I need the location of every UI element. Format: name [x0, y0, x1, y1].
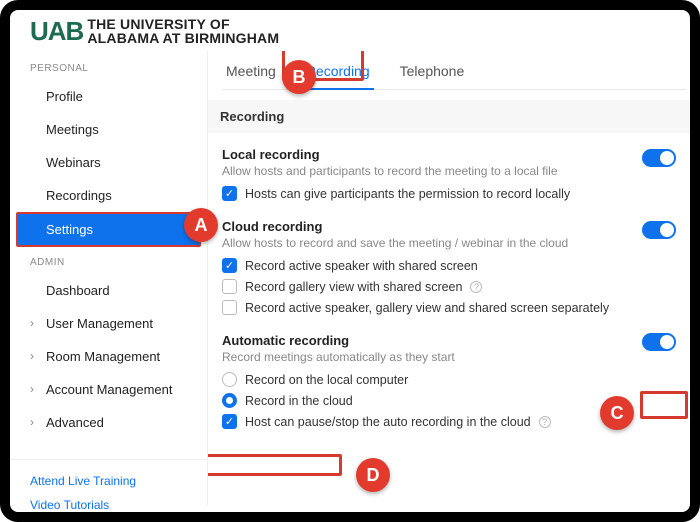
- opt-label: Record on the local computer: [245, 373, 408, 387]
- opt-label: Record in the cloud: [245, 394, 353, 408]
- setting-automatic-recording: Automatic recording Record meetings auto…: [222, 333, 686, 429]
- sidebar-item-account-management[interactable]: Account Management: [10, 373, 207, 406]
- sidebar-item-settings[interactable]: Settings: [16, 212, 201, 247]
- sidebar-item-recordings[interactable]: Recordings: [10, 179, 207, 212]
- sidebar-item-room-management[interactable]: Room Management: [10, 340, 207, 373]
- setting-cloud-recording: Cloud recording Allow hosts to record an…: [222, 219, 686, 315]
- opt-label: Record gallery view with shared screen: [245, 280, 462, 294]
- highlight-record-in-cloud: [208, 454, 342, 476]
- info-icon[interactable]: ?: [539, 416, 551, 428]
- link-attend-live-training[interactable]: Attend Live Training: [30, 474, 187, 488]
- opt-hosts-give-permission[interactable]: ✓ Hosts can give participants the permis…: [222, 186, 630, 201]
- radio-icon: [222, 393, 237, 408]
- opt-record-gallery-view[interactable]: Record gallery view with shared screen ?: [222, 279, 630, 294]
- uab-mark: UAB: [30, 16, 83, 47]
- opt-label: Record active speaker with shared screen: [245, 259, 478, 273]
- toggle-automatic-recording[interactable]: [642, 333, 676, 351]
- checkbox-icon: [222, 300, 237, 315]
- sidebar-item-advanced[interactable]: Advanced: [10, 406, 207, 439]
- sidebar: PERSONAL Profile Meetings Webinars Recor…: [10, 51, 208, 505]
- opt-record-local-computer[interactable]: Record on the local computer: [222, 372, 630, 387]
- sidebar-footer: Attend Live Training Video Tutorials: [10, 459, 207, 522]
- setting-local-recording: Local recording Allow hosts and particip…: [222, 147, 686, 201]
- sidebar-item-webinars[interactable]: Webinars: [10, 146, 207, 179]
- link-video-tutorials[interactable]: Video Tutorials: [30, 498, 187, 512]
- checkbox-icon: [222, 279, 237, 294]
- opt-label: Hosts can give participants the permissi…: [245, 187, 570, 201]
- section-heading-recording: Recording: [208, 100, 690, 133]
- sidebar-section-personal: PERSONAL: [10, 53, 207, 80]
- main-panel: Meeting Recording Telephone Recording Lo…: [208, 51, 690, 505]
- sidebar-item-meetings[interactable]: Meetings: [10, 113, 207, 146]
- toggle-cloud-recording[interactable]: [642, 221, 676, 239]
- sidebar-item-dashboard[interactable]: Dashboard: [10, 274, 207, 307]
- tab-recording[interactable]: Recording: [302, 57, 374, 89]
- header: UAB THE UNIVERSITY OF ALABAMA AT BIRMING…: [10, 10, 690, 51]
- sidebar-item-profile[interactable]: Profile: [10, 80, 207, 113]
- cloud-recording-title: Cloud recording: [222, 219, 630, 234]
- sidebar-section-admin: ADMIN: [10, 247, 207, 274]
- opt-label: Record active speaker, gallery view and …: [245, 301, 609, 315]
- automatic-recording-title: Automatic recording: [222, 333, 630, 348]
- checkbox-icon: ✓: [222, 186, 237, 201]
- opt-label: Host can pause/stop the auto recording i…: [245, 415, 531, 429]
- tab-meeting[interactable]: Meeting: [222, 57, 280, 89]
- local-recording-title: Local recording: [222, 147, 630, 162]
- local-recording-desc: Allow hosts and participants to record t…: [222, 164, 630, 178]
- checkbox-icon: ✓: [222, 258, 237, 273]
- tab-telephone[interactable]: Telephone: [396, 57, 469, 89]
- radio-icon: [222, 372, 237, 387]
- opt-record-active-speaker[interactable]: ✓ Record active speaker with shared scre…: [222, 258, 630, 273]
- org-name-line2: ALABAMA AT BIRMINGHAM: [87, 32, 279, 45]
- sidebar-item-user-management[interactable]: User Management: [10, 307, 207, 340]
- uab-logo: UAB THE UNIVERSITY OF ALABAMA AT BIRMING…: [30, 16, 279, 47]
- automatic-recording-desc: Record meetings automatically as they st…: [222, 350, 630, 364]
- cloud-recording-desc: Allow hosts to record and save the meeti…: [222, 236, 630, 250]
- settings-tabs: Meeting Recording Telephone: [222, 57, 686, 90]
- toggle-local-recording[interactable]: [642, 149, 676, 167]
- checkbox-icon: ✓: [222, 414, 237, 429]
- opt-record-in-cloud[interactable]: Record in the cloud: [222, 393, 630, 408]
- opt-record-separately[interactable]: Record active speaker, gallery view and …: [222, 300, 630, 315]
- opt-host-pause-stop[interactable]: ✓ Host can pause/stop the auto recording…: [222, 414, 630, 429]
- info-icon[interactable]: ?: [470, 281, 482, 293]
